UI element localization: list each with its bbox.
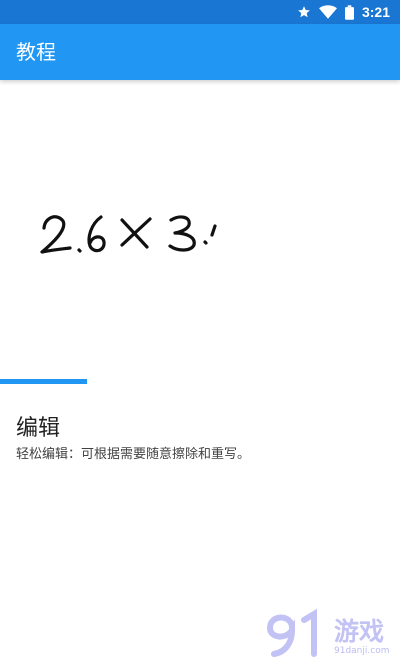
status-icons: 3:21 [297,0,390,24]
handwriting-drawing [40,215,217,254]
watermark-site: 91danji.com [334,646,390,656]
app-title: 教程 [16,40,56,64]
progress-indicator [0,379,87,384]
wifi-icon [318,5,337,19]
battery-icon [344,4,354,20]
watermark-logo: 游戏 91danji.com [262,606,400,661]
status-bar: 3:21 [0,0,400,24]
watermark-91-icon [266,608,317,657]
watermark-text: 游戏 [334,617,385,646]
section-title: 编辑 [16,416,61,441]
app-bar: 教程 [0,24,400,80]
status-time: 3:21 [361,4,390,20]
drawing-canvas[interactable] [0,80,400,380]
star-icon [298,6,310,18]
section-description: 轻松编辑：可根据需要随意擦除和重写。 [16,447,251,462]
